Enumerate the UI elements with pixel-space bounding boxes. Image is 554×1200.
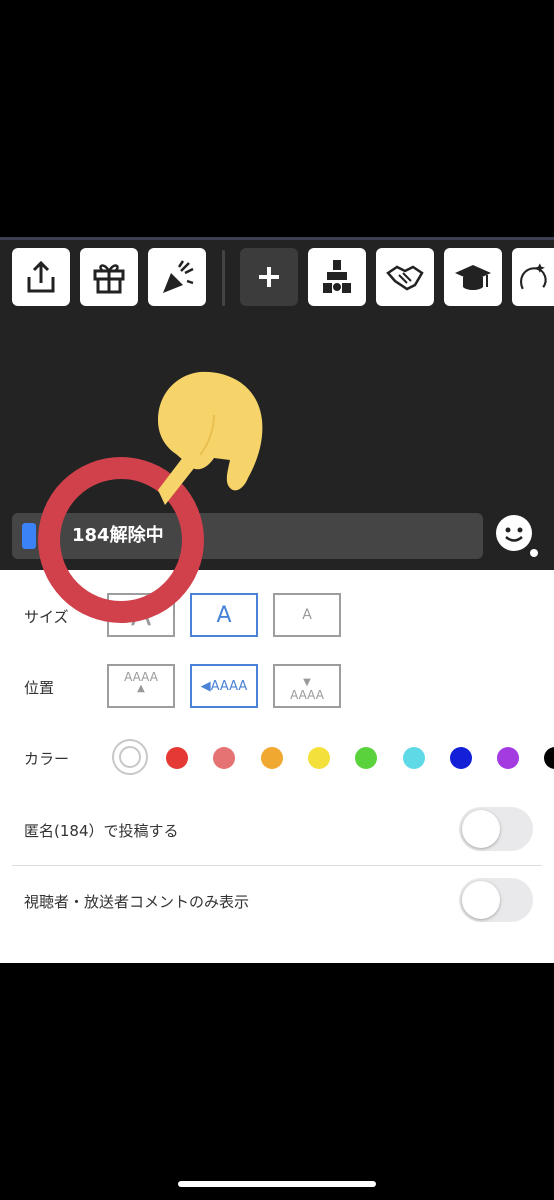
annotation-overlay [38, 371, 263, 623]
pointing-hand-icon [158, 371, 263, 505]
home-indicator[interactable] [178, 1181, 376, 1187]
